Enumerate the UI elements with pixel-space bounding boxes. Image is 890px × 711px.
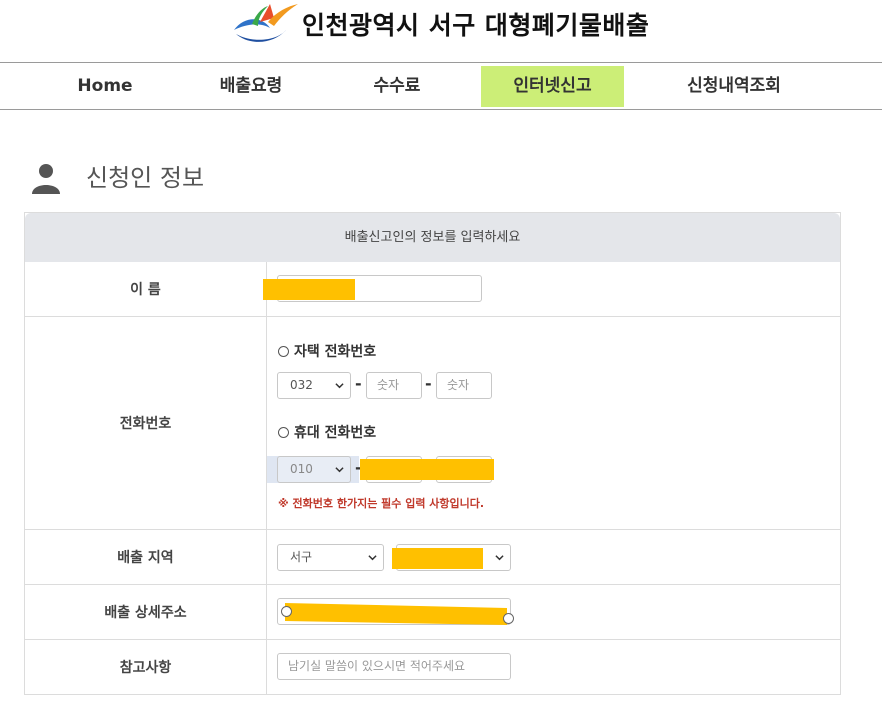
applicant-form: 배출신고인의 정보를 입력하세요 이 름 전화번호 자택 전화번호 032 - … xyxy=(24,212,841,695)
person-icon xyxy=(32,164,60,194)
name-label: 이 름 xyxy=(25,262,267,316)
notes-placeholder: 남기실 말씀이 있으시면 적어주세요 xyxy=(288,659,466,673)
name-row: 이 름 xyxy=(25,262,840,317)
resize-handle-icon xyxy=(281,606,292,617)
chevron-down-icon xyxy=(495,555,504,561)
home-area-code-value: 032 xyxy=(290,378,313,392)
notes-label: 참고사항 xyxy=(25,640,267,694)
home-phone-part2-placeholder: 숫자 xyxy=(377,378,400,392)
mobile-prefix-value: 010 xyxy=(290,462,313,476)
phone-row: 전화번호 자택 전화번호 032 - 숫자 - 숫자 휴대 전화번호 010 -… xyxy=(25,317,840,530)
chevron-down-icon xyxy=(368,555,377,561)
home-phone-part3-input[interactable]: 숫자 xyxy=(436,372,492,399)
address-label: 배출 상세주소 xyxy=(25,585,267,639)
main-nav: Home 배출요령 수수료 인터넷신고 신청내역조회 xyxy=(0,62,882,110)
site-header: 인천광역시 서구 대형폐기물배출 xyxy=(0,0,890,62)
nav-item-history-lookup[interactable]: 신청내역조회 xyxy=(672,63,796,109)
radio-circle-icon xyxy=(278,427,289,438)
notes-input[interactable]: 남기실 말씀이 있으시면 적어주세요 xyxy=(277,653,511,680)
mobile-phone-radio[interactable]: 휴대 전화번호 xyxy=(278,422,376,442)
phone-label: 전화번호 xyxy=(25,317,267,529)
form-header: 배출신고인의 정보를 입력하세요 xyxy=(25,213,840,262)
radio-circle-icon xyxy=(278,346,289,357)
chevron-down-icon xyxy=(335,383,344,389)
district-value: 서구 xyxy=(290,550,313,564)
redaction-dong xyxy=(392,548,483,569)
phone-required-notice: ※ 전화번호 한가지는 필수 입력 사항입니다. xyxy=(278,497,485,510)
nav-item-fees[interactable]: 수수료 xyxy=(356,63,438,109)
nav-item-online-report[interactable]: 인터넷신고 xyxy=(481,66,624,107)
dash-separator: - xyxy=(355,374,362,393)
incheon-seogu-logo-icon[interactable] xyxy=(230,0,300,46)
site-title: 인천광역시 서구 대형폐기물배출 xyxy=(302,11,650,40)
nav-item-home[interactable]: Home xyxy=(62,63,148,109)
home-phone-part2-input[interactable]: 숫자 xyxy=(366,372,422,399)
region-row: 배출 지역 서구 xyxy=(25,530,840,585)
home-phone-radio[interactable]: 자택 전화번호 xyxy=(278,341,376,361)
redaction-name xyxy=(263,279,355,300)
redaction-mobile-number xyxy=(360,459,494,480)
address-row: 배출 상세주소 xyxy=(25,585,840,640)
home-phone-part3-placeholder: 숫자 xyxy=(447,378,470,392)
district-select[interactable]: 서구 xyxy=(277,544,384,571)
mobile-phone-radio-label: 휴대 전화번호 xyxy=(294,425,377,441)
resize-handle-icon xyxy=(503,613,514,624)
section-title: 신청인 정보 xyxy=(86,164,205,192)
notes-row: 참고사항 남기실 말씀이 있으시면 적어주세요 xyxy=(25,640,840,695)
dash-separator: - xyxy=(425,374,432,393)
redaction-address xyxy=(285,603,507,625)
home-area-code-select[interactable]: 032 xyxy=(277,372,351,399)
region-label: 배출 지역 xyxy=(25,530,267,584)
nav-item-disposal-guide[interactable]: 배출요령 xyxy=(205,63,297,109)
mobile-prefix-select[interactable]: 010 xyxy=(277,456,351,483)
chevron-down-icon xyxy=(335,467,344,473)
home-phone-radio-label: 자택 전화번호 xyxy=(294,344,377,360)
